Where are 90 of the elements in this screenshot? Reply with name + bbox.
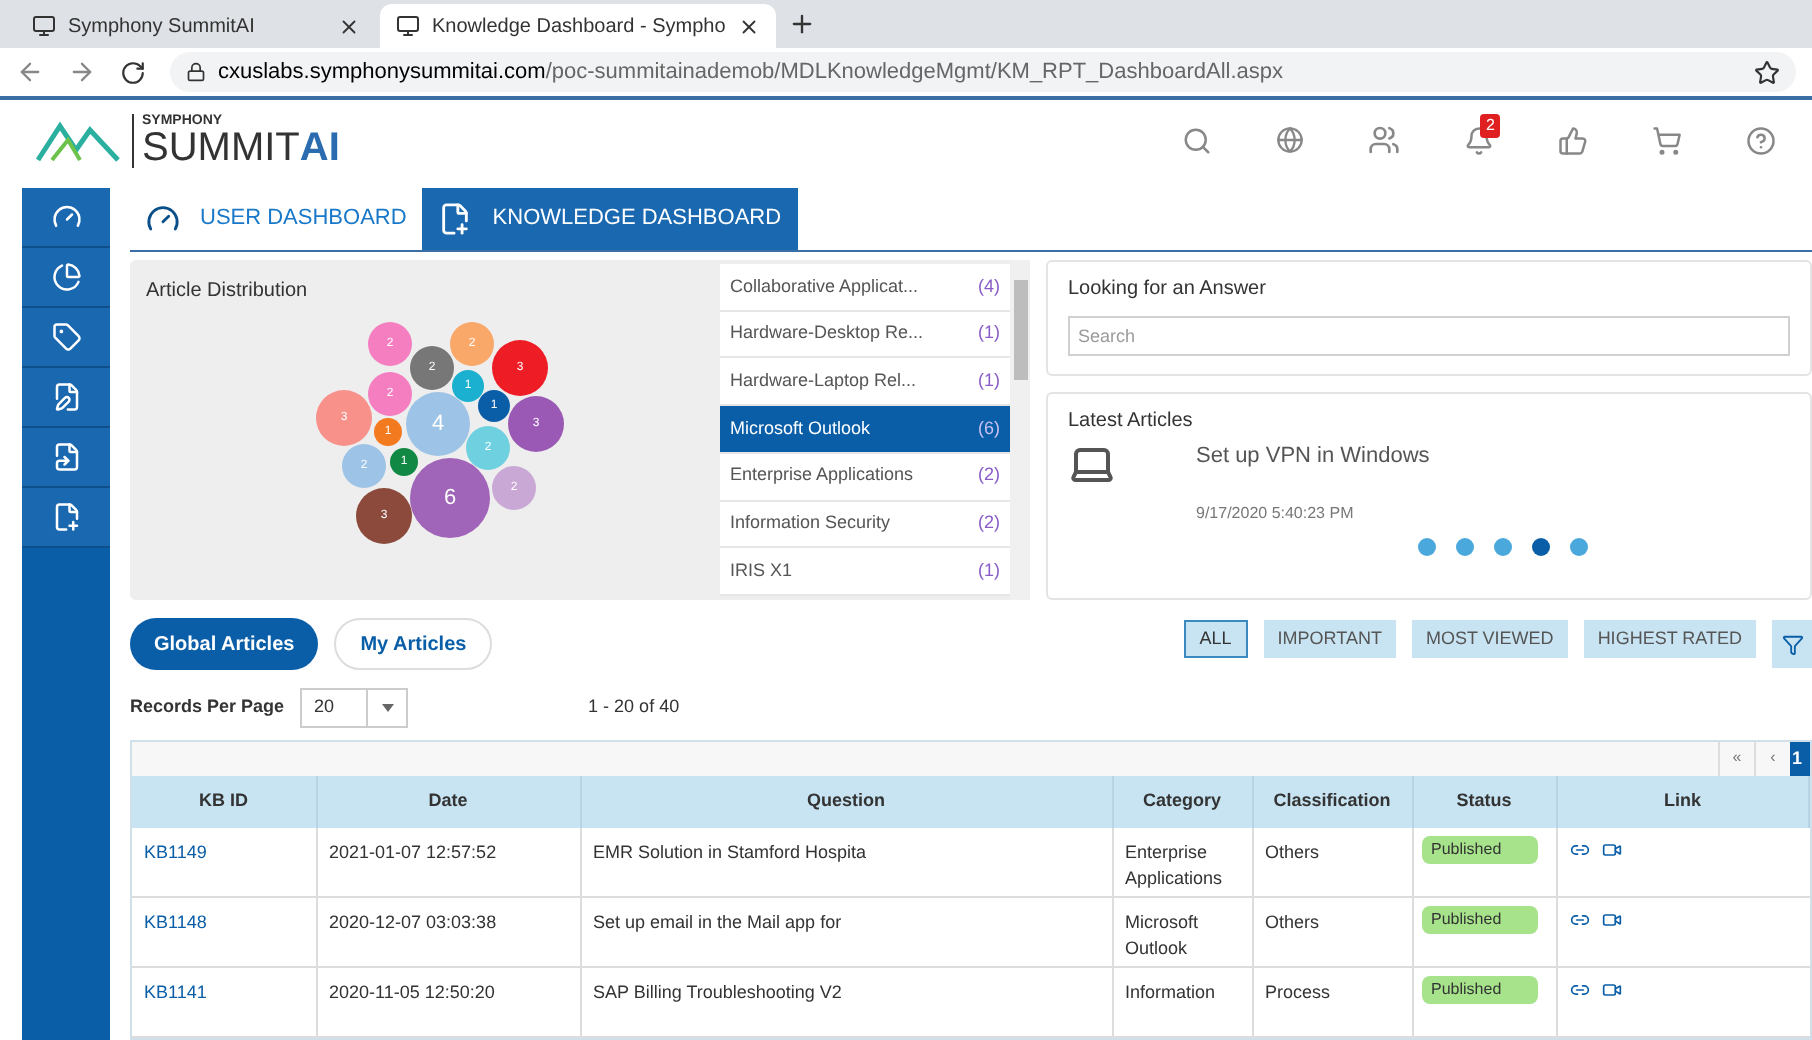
panel-title: Latest Articles <box>1068 408 1195 436</box>
link-icon[interactable] <box>1569 980 1589 1000</box>
search-field[interactable]: Search <box>1068 316 1790 356</box>
browser-tab[interactable]: Knowledge Dashboard - Sympho <box>380 4 776 48</box>
column-header[interactable]: Link <box>1556 775 1809 827</box>
table-cell: Enterprise Applications <box>1112 827 1252 897</box>
table-cell: EMR Solution in Stamford Hospita <box>580 827 1112 897</box>
dashboard-tab[interactable]: KNOWLEDGE DASHBOARD <box>422 188 798 250</box>
address-bar[interactable]: cxuslabs.symphonysummitai.com/poc-summitainademob/MDLKnowledgeMgmt/KM_RPT_DashboardAll.aspx <box>170 52 1796 92</box>
records-dropdown[interactable]: 20 <box>300 688 409 728</box>
video-icon[interactable] <box>1601 910 1621 930</box>
globe-icon[interactable] <box>1276 126 1304 154</box>
table-cell: SAP Billing Troubleshooting V2 <box>580 967 1112 1037</box>
thumbs-up-icon[interactable] <box>1558 125 1588 155</box>
people-icon[interactable] <box>1368 124 1400 156</box>
table-cell: 2020-12-07 03:03:38 <box>316 897 580 967</box>
logo-wordmark: SUMMITAI <box>142 127 340 167</box>
notification-badge: 2 <box>1480 113 1501 137</box>
article-title[interactable]: Set up VPN in Windows <box>1196 440 1430 473</box>
tab-title: Knowledge Dashboard - Sympho <box>432 13 726 41</box>
column-header[interactable]: Date <box>316 775 580 827</box>
page-button[interactable]: 1 <box>1790 742 1810 775</box>
pie-icon <box>51 262 81 292</box>
category-bubble[interactable]: 6 <box>410 458 490 538</box>
help-icon[interactable] <box>1746 125 1776 155</box>
edit-icon <box>51 382 81 412</box>
kb-id-cell[interactable]: KB1148 <box>132 897 316 967</box>
filter-button[interactable] <box>1772 620 1812 668</box>
filter-button[interactable]: HIGHEST RATED <box>1583 620 1756 658</box>
filter-icon <box>1781 633 1803 655</box>
category-item[interactable]: Microsoft Outlook (6) <box>720 406 1010 454</box>
kb-id-cell[interactable]: KB1149 <box>132 827 316 897</box>
url-text: cxuslabs.symphonysummitai.com/poc-summitainademob/MDLKnowledgeMgmt/KM_RPT_DashboardAll.aspx <box>218 57 1284 88</box>
records-range: 1 - 20 of 40 <box>588 694 680 721</box>
mountain-logo-icon <box>36 118 120 162</box>
scope-button[interactable]: My Articles <box>334 618 493 670</box>
new-tab-icon[interactable] <box>787 10 816 38</box>
table-cell: Microsoft Outlook <box>1112 897 1252 967</box>
bookmark-icon[interactable] <box>1754 59 1780 85</box>
file-icon <box>51 442 81 472</box>
sidebar-item[interactable] <box>22 188 110 248</box>
article-date: 9/17/2020 5:40:23 PM <box>1196 501 1356 525</box>
filter-button[interactable]: ALL <box>1183 620 1248 658</box>
sidebar-item[interactable] <box>22 308 110 368</box>
gauge-icon <box>51 202 81 232</box>
link-icon[interactable] <box>1569 910 1589 930</box>
status-badge: Published <box>1421 976 1537 1004</box>
back-icon[interactable] <box>16 58 44 86</box>
column-header[interactable]: Question <box>580 775 1112 827</box>
column-header[interactable]: Classification <box>1252 775 1412 827</box>
sidebar-item[interactable] <box>22 368 110 428</box>
video-icon[interactable] <box>1601 839 1621 859</box>
table-cell: Set up email in the Mail app for <box>580 897 1112 967</box>
link-icon[interactable] <box>1569 839 1589 859</box>
records-label: Records Per Page <box>130 694 285 721</box>
site-icon <box>32 14 56 38</box>
tab-title: Symphony SummitAI <box>68 13 257 41</box>
site-icon <box>396 14 420 38</box>
status-badge: Published <box>1421 835 1537 863</box>
table-cell: Others <box>1252 827 1412 897</box>
video-icon[interactable] <box>1601 980 1621 1000</box>
dropdown-caret-icon <box>381 704 394 712</box>
close-icon[interactable] <box>737 15 760 37</box>
search-icon[interactable] <box>1182 125 1212 155</box>
table-cell: Process <box>1252 967 1412 1037</box>
table-cell: 2020-11-05 12:50:20 <box>316 967 580 1037</box>
scope-button[interactable]: Global Articles <box>130 618 319 670</box>
cart-icon[interactable] <box>1652 125 1682 155</box>
filter-button[interactable]: IMPORTANT <box>1263 620 1396 658</box>
table-cell: 2021-01-07 12:57:52 <box>316 827 580 897</box>
dashboard-tab[interactable]: USER DASHBOARD <box>130 188 423 250</box>
panel-title: Article Distribution <box>146 278 310 306</box>
kb-id-cell[interactable]: KB1141 <box>132 967 316 1037</box>
gauge-icon <box>146 202 180 236</box>
lock-icon <box>186 62 206 82</box>
sidebar-item[interactable] <box>22 488 110 548</box>
close-icon[interactable] <box>338 15 360 37</box>
table-cell: Others <box>1252 897 1412 967</box>
filter-button[interactable]: MOST VIEWED <box>1411 620 1568 658</box>
column-header[interactable]: Category <box>1112 775 1252 827</box>
sidebar-item[interactable] <box>22 248 110 308</box>
reload-icon[interactable] <box>120 59 146 85</box>
table-cell: Information <box>1112 967 1252 1037</box>
status-badge: Published <box>1421 906 1537 934</box>
forward-icon[interactable] <box>68 58 96 86</box>
tag-icon <box>51 322 81 352</box>
panel-title: Looking for an Answer <box>1068 276 1268 304</box>
column-header[interactable]: Status <box>1412 775 1556 827</box>
column-header[interactable]: KB ID <box>132 775 316 827</box>
sidebar-item[interactable] <box>22 428 110 488</box>
